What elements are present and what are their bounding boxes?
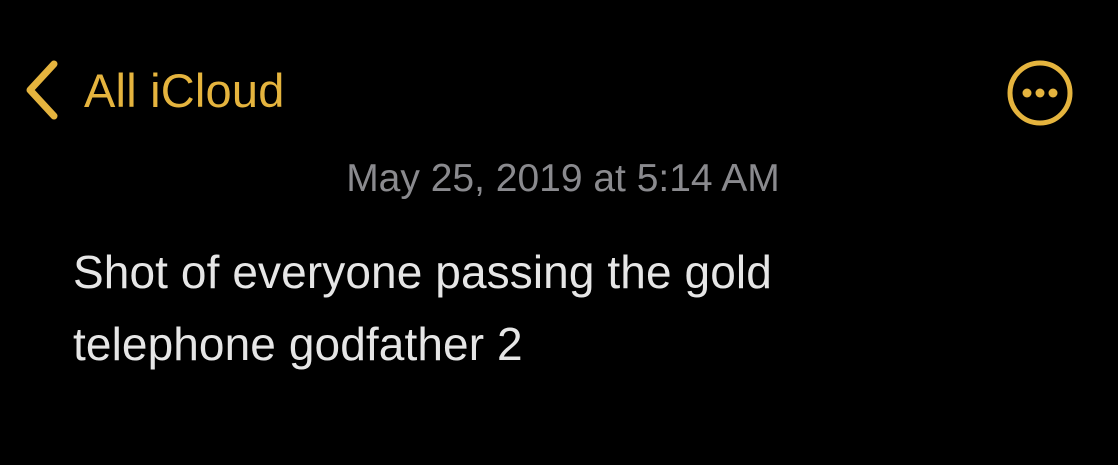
ellipsis-circle-icon	[1004, 60, 1076, 133]
more-options-button[interactable]	[1004, 57, 1076, 129]
back-button-label: All iCloud	[84, 63, 285, 117]
back-button[interactable]: All iCloud	[22, 58, 285, 122]
chevron-left-icon	[22, 58, 62, 122]
note-timestamp: May 25, 2019 at 5:14 AM	[346, 157, 780, 200]
navigation-bar: All iCloud	[0, 0, 1118, 180]
note-body-text[interactable]: Shot of everyone passing the gold teleph…	[73, 236, 893, 380]
